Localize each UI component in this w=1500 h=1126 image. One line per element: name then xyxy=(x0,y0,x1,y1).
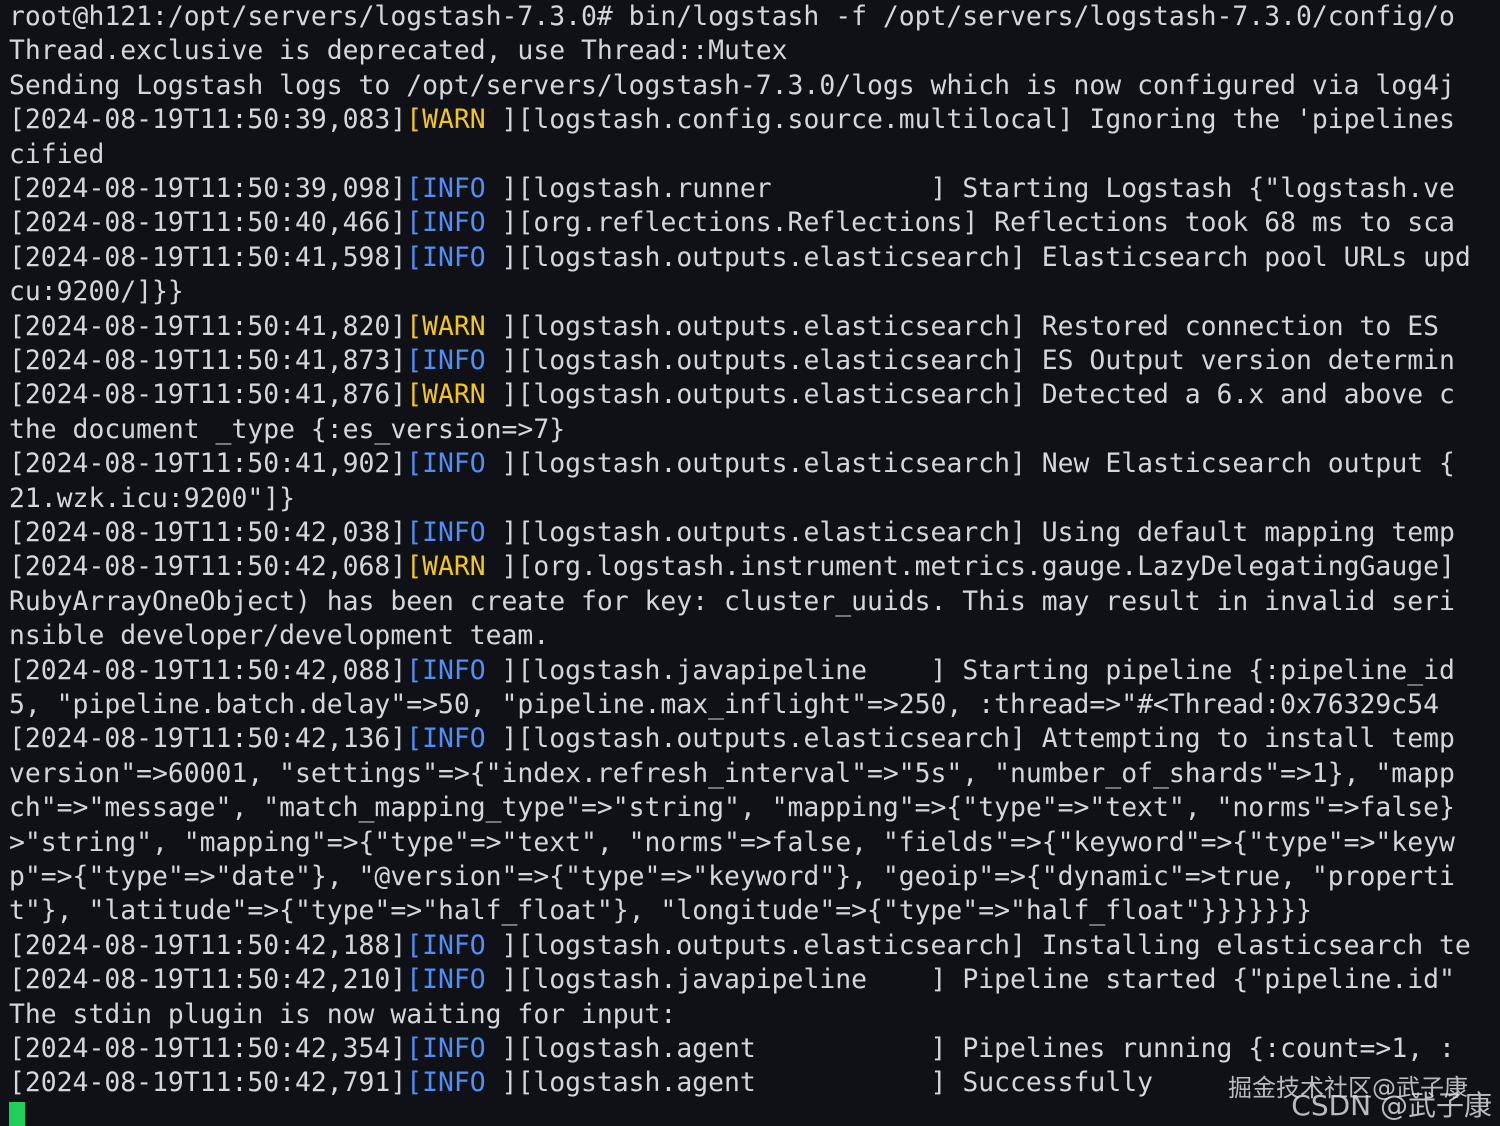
watermark-csdn: CSDN @武子康 xyxy=(1291,1089,1492,1122)
log-timestamp: [2024-08-19T11:50:39,083] xyxy=(9,104,407,136)
log-level-info: [INFO xyxy=(406,964,486,996)
terminal-line: nsible developer/development team. xyxy=(9,620,550,652)
log-level-warn: [WARN xyxy=(406,551,486,583)
terminal-line: [2024-08-19T11:50:39,083][WARN ][logstas… xyxy=(9,103,1455,137)
terminal-line: [2024-08-19T11:50:41,902][INFO ][logstas… xyxy=(9,447,1455,481)
terminal-line: >"string", "mapping"=>{"type"=>"text", "… xyxy=(9,826,1455,858)
terminal-cursor xyxy=(9,1102,25,1126)
log-level-warn: [WARN xyxy=(406,379,486,411)
log-timestamp: [2024-08-19T11:50:42,791] xyxy=(9,1067,407,1099)
log-level-info: [INFO xyxy=(406,207,486,239)
terminal-line: cified xyxy=(9,138,105,170)
terminal-line: [2024-08-19T11:50:41,876][WARN ][logstas… xyxy=(9,378,1455,412)
log-timestamp: [2024-08-19T11:50:41,902] xyxy=(9,448,407,480)
terminal-line: Thread.exclusive is deprecated, use Thre… xyxy=(9,35,788,67)
log-message: ][logstash.outputs.elasticsearch] Attemp… xyxy=(485,723,1455,755)
log-message: ][logstash.outputs.elasticsearch] Using … xyxy=(485,517,1455,548)
log-level-info: [INFO xyxy=(406,448,486,480)
log-level-warn: [WARN xyxy=(406,310,486,342)
terminal-line: cu:9200/]}} xyxy=(9,276,184,308)
terminal-line: p"=>{"type"=>"date"}, "@version"=>{"type… xyxy=(9,861,1455,892)
log-message: ][logstash.outputs.elasticsearch] Elasti… xyxy=(485,241,1471,273)
log-timestamp: [2024-08-19T11:50:41,876] xyxy=(9,379,407,411)
log-level-info: [INFO xyxy=(406,173,486,204)
log-level-warn: [WARN xyxy=(406,104,486,136)
log-timestamp: [2024-08-19T11:50:42,354] xyxy=(9,1033,407,1064)
terminal-line: [2024-08-19T11:50:40,466][INFO ][org.ref… xyxy=(9,206,1455,240)
terminal-line: [2024-08-19T11:50:42,136][INFO ][logstas… xyxy=(9,722,1455,756)
log-message: ][logstash.config.source.multilocal] Ign… xyxy=(485,104,1455,136)
terminal-line: [2024-08-19T11:50:42,038][INFO ][logstas… xyxy=(9,516,1455,550)
log-timestamp: [2024-08-19T11:50:40,466] xyxy=(9,207,407,239)
log-message: ][logstash.javapipeline ] Starting pipel… xyxy=(485,654,1455,686)
log-timestamp: [2024-08-19T11:50:42,210] xyxy=(9,964,407,996)
log-level-info: [INFO xyxy=(406,517,486,548)
log-timestamp: [2024-08-19T11:50:42,068] xyxy=(9,551,407,583)
log-level-info: [INFO xyxy=(406,345,486,376)
log-message: ][org.reflections.Reflections] Reflectio… xyxy=(485,207,1455,239)
terminal-line: the document _type {:es_version=>7} xyxy=(9,413,566,445)
terminal-line: 5, "pipeline.batch.delay"=>50, "pipeline… xyxy=(9,689,1439,720)
log-message: ][logstash.agent ] Successfully xyxy=(485,1067,1153,1099)
log-level-info: [INFO xyxy=(406,1033,486,1064)
terminal-line: 21.wzk.icu:9200"]} xyxy=(9,482,295,514)
log-level-info: [INFO xyxy=(406,929,486,961)
terminal-line: The stdin plugin is now waiting for inpu… xyxy=(9,998,677,1030)
log-message: ][logstash.javapipeline ] Pipeline start… xyxy=(485,964,1455,996)
log-message: ][org.logstash.instrument.metrics.gauge.… xyxy=(485,551,1455,583)
log-message: ][logstash.outputs.elasticsearch] Detect… xyxy=(485,379,1455,411)
terminal-line: t"}, "latitude"=>{"type"=>"half_float"},… xyxy=(9,895,1312,927)
terminal-line: root@h121:/opt/servers/logstash-7.3.0# b… xyxy=(9,1,1455,32)
log-timestamp: [2024-08-19T11:50:42,088] xyxy=(9,654,407,686)
terminal-line: [2024-08-19T11:50:42,188][INFO ][logstas… xyxy=(9,929,1471,963)
terminal-line: ch"=>"message", "match_mapping_type"=>"s… xyxy=(9,792,1455,824)
log-timestamp: [2024-08-19T11:50:39,098] xyxy=(9,173,407,204)
terminal-line: [2024-08-19T11:50:42,354][INFO ][logstas… xyxy=(9,1032,1455,1066)
log-message: ][logstash.runner ] Starting Logstash {"… xyxy=(485,173,1455,204)
terminal-line: [2024-08-19T11:50:41,598][INFO ][logstas… xyxy=(9,241,1471,275)
log-timestamp: [2024-08-19T11:50:41,873] xyxy=(9,345,407,376)
terminal-line: [2024-08-19T11:50:39,098][INFO ][logstas… xyxy=(9,172,1455,206)
terminal-line: [2024-08-19T11:50:42,068][WARN ][org.log… xyxy=(9,550,1455,584)
terminal-line: Sending Logstash logs to /opt/servers/lo… xyxy=(9,69,1455,101)
log-level-info: [INFO xyxy=(406,723,486,755)
terminal-line: version"=>60001, "settings"=>{"index.ref… xyxy=(9,757,1455,789)
log-timestamp: [2024-08-19T11:50:42,136] xyxy=(9,723,407,755)
terminal-line: [2024-08-19T11:50:42,791][INFO ][logstas… xyxy=(9,1066,1153,1100)
terminal-line: RubyArrayOneObject) has been create for … xyxy=(9,585,1455,617)
log-timestamp: [2024-08-19T11:50:41,598] xyxy=(9,241,407,273)
log-message: ][logstash.outputs.elasticsearch] ES Out… xyxy=(485,345,1455,376)
log-level-info: [INFO xyxy=(406,654,486,686)
log-timestamp: [2024-08-19T11:50:41,820] xyxy=(9,310,407,342)
terminal-window[interactable]: root@h121:/opt/servers/logstash-7.3.0# b… xyxy=(0,0,1500,1126)
log-timestamp: [2024-08-19T11:50:42,188] xyxy=(9,929,407,961)
log-timestamp: [2024-08-19T11:50:42,038] xyxy=(9,517,407,548)
terminal-line: [2024-08-19T11:50:41,820][WARN ][logstas… xyxy=(9,310,1439,344)
terminal-line: [2024-08-19T11:50:42,210][INFO ][logstas… xyxy=(9,963,1455,997)
log-level-info: [INFO xyxy=(406,241,486,273)
terminal-line: [2024-08-19T11:50:42,088][INFO ][logstas… xyxy=(9,654,1455,688)
log-level-info: [INFO xyxy=(406,1067,486,1099)
terminal-line: [2024-08-19T11:50:41,873][INFO ][logstas… xyxy=(9,344,1455,378)
log-message: ][logstash.outputs.elasticsearch] Restor… xyxy=(485,310,1439,342)
log-message: ][logstash.outputs.elasticsearch] New El… xyxy=(485,448,1455,480)
log-message: ][logstash.outputs.elasticsearch] Instal… xyxy=(485,929,1471,961)
log-message: ][logstash.agent ] Pipelines running {:c… xyxy=(485,1033,1455,1064)
